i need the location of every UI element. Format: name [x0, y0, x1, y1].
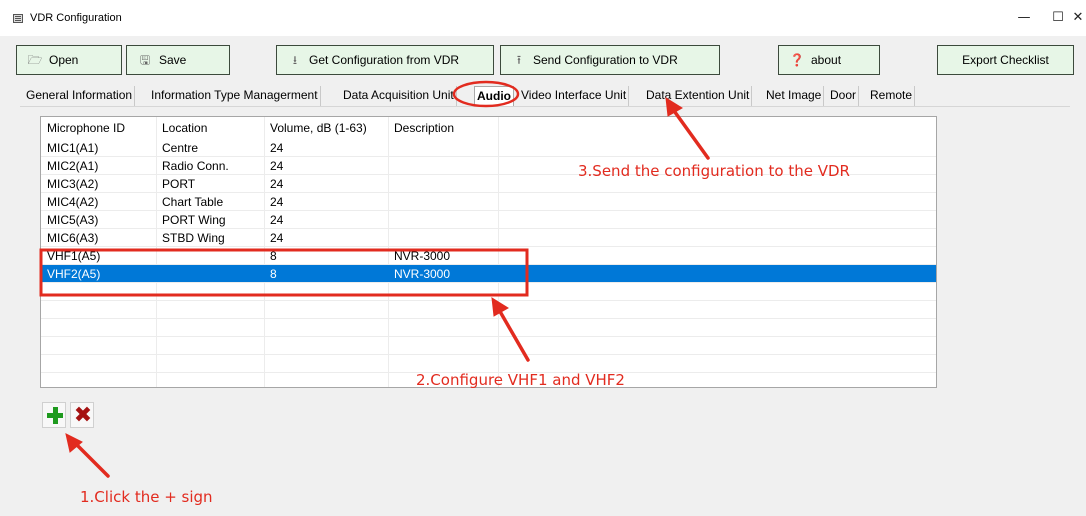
- table-cell[interactable]: [156, 247, 264, 265]
- table-cell[interactable]: PORT: [156, 175, 264, 193]
- send-configuration-label: Send Configuration to VDR: [533, 53, 678, 67]
- table-cell[interactable]: [388, 211, 498, 229]
- table-row[interactable]: MIC4(A2) Chart Table 24: [41, 193, 936, 211]
- open-label: Open: [49, 53, 79, 67]
- table-cell[interactable]: [156, 265, 264, 283]
- table-cell[interactable]: Centre: [156, 139, 264, 157]
- table-cell[interactable]: MIC6(A3): [41, 229, 156, 247]
- empty-table-row: [41, 319, 936, 337]
- table-cell[interactable]: [388, 157, 498, 175]
- table-cell[interactable]: [388, 193, 498, 211]
- delete-x-icon: ✖: [73, 403, 93, 428]
- table-cell[interactable]: MIC1(A1): [41, 139, 156, 157]
- table-cell[interactable]: 8: [264, 247, 388, 265]
- table-cell[interactable]: MIC3(A2): [41, 175, 156, 193]
- table-cell[interactable]: [388, 139, 498, 157]
- tab-video-interface-unit[interactable]: Video Interface Unit: [519, 86, 630, 106]
- table-cell[interactable]: 24: [264, 211, 388, 229]
- column-header[interactable]: Volume, dB (1-63): [264, 119, 388, 137]
- get-configuration-button[interactable]: ⭳ Get Configuration from VDR: [276, 45, 494, 75]
- table-cell[interactable]: MIC5(A3): [41, 211, 156, 229]
- table-cell[interactable]: Radio Conn.: [156, 157, 264, 175]
- table-cell[interactable]: VHF1(A5): [41, 247, 156, 265]
- tab-data-acquisition-unit[interactable]: Data Acquisition Unit: [341, 86, 457, 106]
- tab-data-extention-unit[interactable]: Data Extention Unit: [644, 86, 753, 106]
- delete-row-button[interactable]: ✖: [70, 402, 94, 428]
- column-header[interactable]: Location: [156, 119, 264, 137]
- title-bar: VDR Configuration — ☐ ✕: [0, 0, 1086, 36]
- empty-table-row: [41, 337, 936, 355]
- table-cell[interactable]: 24: [264, 193, 388, 211]
- table-cell[interactable]: MIC2(A1): [41, 157, 156, 175]
- table-cell[interactable]: 24: [264, 157, 388, 175]
- open-button[interactable]: 🗁 Open: [16, 45, 122, 75]
- export-checklist-button[interactable]: Export Checklist: [937, 45, 1074, 75]
- export-checklist-label: Export Checklist: [962, 53, 1049, 67]
- annotation-step-1: 1.Click the + sign: [80, 488, 213, 506]
- question-circle-icon: ❓: [789, 53, 805, 67]
- table-row[interactable]: VHF2(A5) 8 NVR-3000: [41, 265, 936, 283]
- table-cell[interactable]: MIC4(A2): [41, 193, 156, 211]
- table-cell[interactable]: Chart Table: [156, 193, 264, 211]
- close-button[interactable]: ✕: [1070, 6, 1086, 30]
- add-row-button[interactable]: [42, 402, 66, 428]
- window-title: VDR Configuration: [30, 12, 122, 24]
- table-cell[interactable]: 24: [264, 175, 388, 193]
- table-cell[interactable]: VHF2(A5): [41, 265, 156, 283]
- table-cell[interactable]: NVR-3000: [388, 247, 498, 265]
- upload-tray-icon: ⭱: [516, 53, 522, 67]
- get-configuration-label: Get Configuration from VDR: [309, 53, 460, 67]
- about-button[interactable]: ❓ about: [778, 45, 880, 75]
- tab-strip: General Information Information Type Man…: [20, 86, 932, 106]
- empty-table-row: [41, 301, 936, 319]
- column-header[interactable]: Microphone ID: [41, 119, 156, 137]
- floppy-disk-icon: 🖫: [139, 53, 151, 67]
- table-header: Microphone ID Location Volume, dB (1-63) De…: [41, 119, 936, 137]
- tab-general-information[interactable]: General Information: [24, 86, 136, 106]
- tab-information-type-management[interactable]: Information Type Managerment: [149, 86, 321, 106]
- minimize-button[interactable]: —: [1006, 6, 1042, 30]
- folder-open-icon: 🗁: [27, 53, 43, 67]
- send-configuration-button[interactable]: ⭱ Send Configuration to VDR: [500, 45, 720, 75]
- save-label: Save: [159, 53, 187, 67]
- table-cell[interactable]: PORT Wing: [156, 211, 264, 229]
- table-row[interactable]: MIC6(A3) STBD Wing 24: [41, 229, 936, 247]
- table-cell[interactable]: STBD Wing: [156, 229, 264, 247]
- tab-door[interactable]: Door: [828, 86, 860, 106]
- app-window: VDR Configuration — ☐ ✕ 🗁 Open 🖫 Save ⭳ Get…: [0, 0, 1086, 516]
- table-cell[interactable]: 8: [264, 265, 388, 283]
- audio-table[interactable]: Microphone ID Location Volume, dB (1-63) De…: [40, 116, 937, 388]
- column-header[interactable]: Description: [388, 119, 498, 137]
- tab-audio[interactable]: Audio: [474, 86, 514, 106]
- table-row[interactable]: VHF1(A5) 8 NVR-3000: [41, 247, 936, 265]
- table-cell[interactable]: [388, 175, 498, 193]
- empty-table-row: [41, 283, 936, 301]
- download-tray-icon: ⭳: [292, 53, 298, 67]
- app-icon: [13, 14, 23, 23]
- table-cell[interactable]: 24: [264, 229, 388, 247]
- table-cell[interactable]: 24: [264, 139, 388, 157]
- table-row[interactable]: MIC5(A3) PORT Wing 24: [41, 211, 936, 229]
- annotation-step-2: 2.Configure VHF1 and VHF2: [416, 371, 625, 389]
- table-cell[interactable]: [388, 229, 498, 247]
- save-button[interactable]: 🖫 Save: [126, 45, 230, 75]
- about-label: about: [811, 53, 842, 67]
- table-row[interactable]: MIC1(A1) Centre 24: [41, 139, 936, 157]
- tab-remote[interactable]: Remote: [868, 86, 916, 106]
- tab-net-image[interactable]: Net Image: [764, 86, 825, 106]
- table-cell[interactable]: NVR-3000: [388, 265, 498, 283]
- annotation-step-3: 3.Send the configuration to the VDR: [578, 162, 850, 180]
